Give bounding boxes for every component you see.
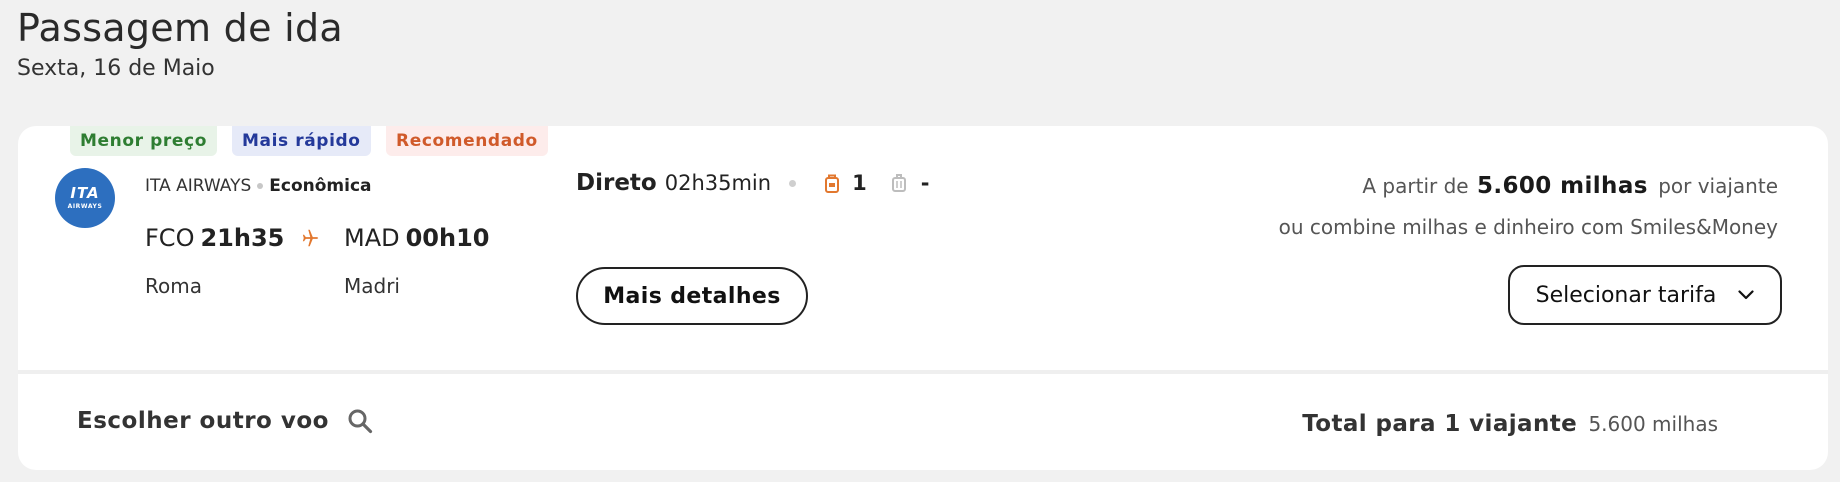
backpack-icon	[825, 174, 840, 193]
select-fare-label: Selecionar tarifa	[1535, 282, 1717, 308]
destination-city: Madri	[344, 274, 400, 298]
choose-other-flight[interactable]: Escolher outro voo	[77, 408, 373, 434]
total-value: 5.600 milhas	[1588, 412, 1718, 436]
page-date: Sexta, 16 de Maio	[17, 56, 215, 81]
details-button[interactable]: Mais detalhes	[576, 267, 808, 325]
price-prefix: A partir de	[1362, 174, 1469, 198]
price-alternative: ou combine milhas e dinheiro com Smiles&…	[1278, 215, 1778, 239]
price-suffix: por viajante	[1658, 174, 1778, 198]
airline-logo: ITA AIRWAYS	[55, 168, 115, 228]
cabin-class: Econômica	[269, 176, 372, 196]
airline-logo-main: ITA	[70, 184, 100, 202]
tag-fastest: Mais rápido	[232, 126, 371, 156]
departure: FCO 21h35	[145, 224, 284, 252]
destination-code: MAD	[344, 224, 400, 252]
chevron-down-icon	[1738, 290, 1754, 300]
airline-info: ITA AIRWAYS Econômica	[145, 176, 372, 196]
select-fare-button[interactable]: Selecionar tarifa	[1508, 265, 1782, 325]
separator-dot	[257, 183, 264, 189]
arrival: MAD 00h10	[344, 224, 490, 252]
stops-label: Direto	[576, 170, 657, 196]
airline-logo-sub: AIRWAYS	[67, 203, 103, 210]
checked-bag-count: -	[920, 171, 930, 195]
price-miles: 5.600 milhas	[1476, 173, 1648, 199]
total-label: Total para 1 viajante	[1302, 411, 1578, 437]
tag-lowest-price: Menor preço	[70, 126, 217, 156]
departure-time: 21h35	[200, 224, 285, 252]
price-line: A partir de 5.600 milhas por viajante	[1362, 173, 1778, 199]
arrival-time: 00h10	[405, 224, 490, 252]
card-divider	[18, 370, 1828, 374]
airline-name: ITA AIRWAYS	[145, 176, 252, 196]
luggage-icon	[891, 174, 906, 192]
choose-other-label: Escolher outro voo	[77, 408, 329, 434]
origin-city: Roma	[145, 274, 202, 298]
plane-icon	[302, 229, 319, 247]
carry-on-count: 1	[852, 171, 867, 195]
total-summary: Total para 1 viajante 5.600 milhas	[1302, 411, 1718, 437]
flight-duration: 02h35min	[664, 171, 772, 195]
tag-recommended: Recomendado	[386, 126, 548, 156]
flight-card: Menor preço Mais rápido Recomendado ITA …	[18, 126, 1828, 470]
search-icon	[348, 409, 373, 434]
page-title: Passagem de ida	[17, 6, 344, 50]
origin-code: FCO	[145, 224, 195, 252]
flight-info: Direto 02h35min 1 -	[576, 170, 929, 196]
separator-dot	[789, 179, 797, 187]
